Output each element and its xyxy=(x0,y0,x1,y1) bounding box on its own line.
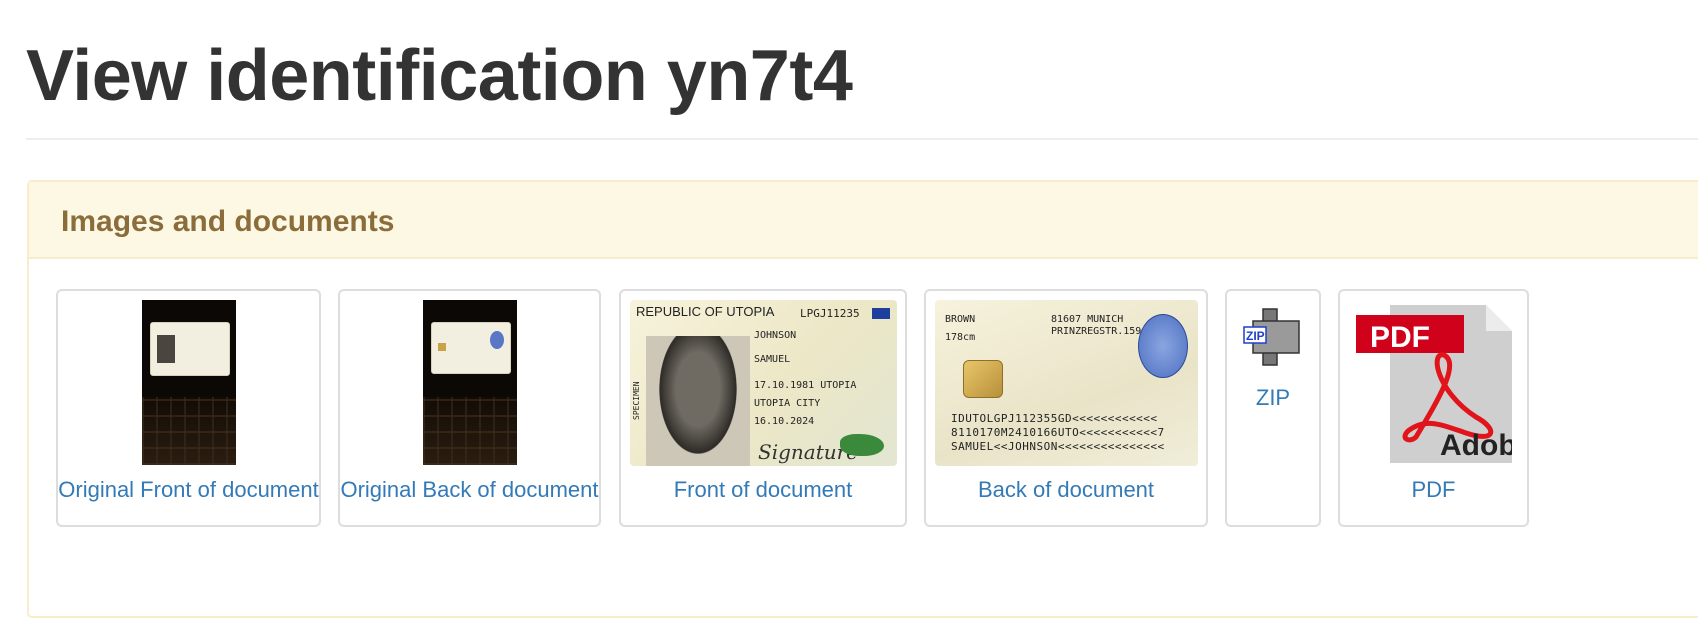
svg-text:ZIP: ZIP xyxy=(1246,329,1265,343)
panel-title: Images and documents xyxy=(61,205,395,238)
page-title: View identification yn7t4 xyxy=(26,36,853,116)
pdf-file-icon: PDF Adobe xyxy=(1356,305,1512,463)
thumbnail-caption[interactable]: ZIP xyxy=(1227,385,1319,411)
document-photo-icon xyxy=(142,300,236,465)
thumbnail-original-back[interactable]: Original Back of document xyxy=(338,289,601,527)
thumbnail-caption[interactable]: Front of document xyxy=(621,477,905,503)
svg-text:PDF: PDF xyxy=(1370,321,1430,354)
panel-heading: Images and documents xyxy=(29,182,1698,259)
title-divider xyxy=(26,138,1698,140)
thumbnail-caption[interactable]: Original Front of document xyxy=(58,477,319,503)
thumbnail-back[interactable]: BROWN 178cm 81607 MUNICH PRINZREGSTR.159… xyxy=(924,289,1208,527)
thumbnail-caption[interactable]: PDF xyxy=(1340,477,1527,503)
thumbnail-front[interactable]: REPUBLIC OF UTOPIA LPGJ11235 JOHNSON SAM… xyxy=(619,289,907,527)
thumbnail-caption[interactable]: Original Back of document xyxy=(340,477,599,503)
thumbnail-caption[interactable]: Back of document xyxy=(926,477,1206,503)
id-card-front-icon: REPUBLIC OF UTOPIA LPGJ11235 JOHNSON SAM… xyxy=(630,300,897,466)
zip-file-icon: ZIP xyxy=(1243,308,1300,366)
id-card-back-icon: BROWN 178cm 81607 MUNICH PRINZREGSTR.159… xyxy=(935,300,1198,466)
thumbnail-pdf[interactable]: PDF Adobe PDF xyxy=(1338,289,1529,527)
svg-text:Adobe: Adobe xyxy=(1440,429,1512,462)
thumbnail-original-front[interactable]: Original Front of document xyxy=(56,289,321,527)
thumbnail-zip[interactable]: ZIP ZIP xyxy=(1225,289,1321,527)
document-photo-icon xyxy=(423,300,517,465)
